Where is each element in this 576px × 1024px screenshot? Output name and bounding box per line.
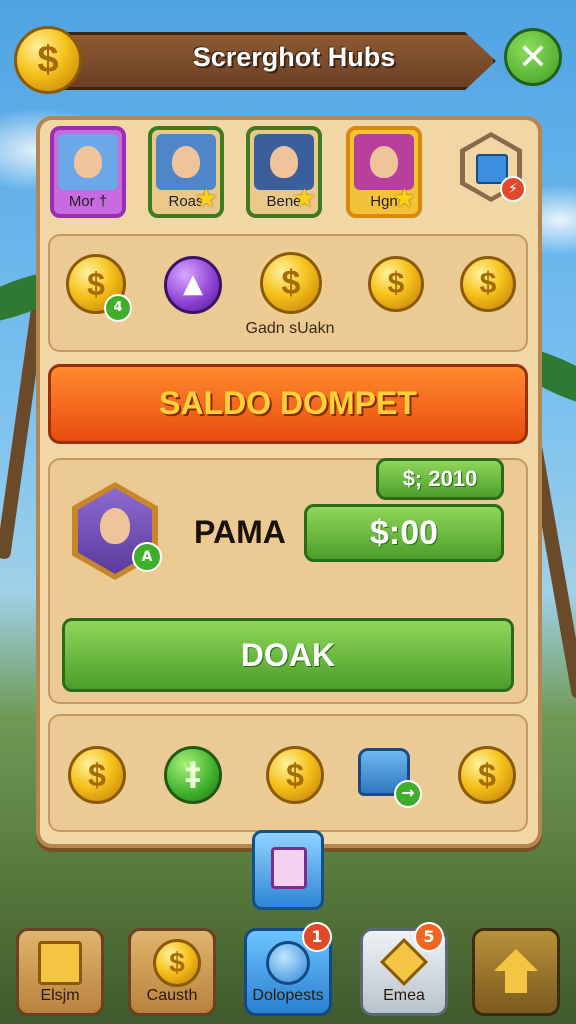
header: $ Screrghot Hubs	[14, 26, 496, 94]
doak-button[interactable]: DOAK	[62, 618, 514, 692]
notification-badge: 1	[302, 922, 332, 952]
character-card-4[interactable]: Hgn ★	[346, 126, 422, 218]
mystery-box-icon	[271, 847, 307, 889]
character-portrait	[354, 134, 414, 190]
coin-icon[interactable]: $	[68, 746, 126, 804]
close-icon: ✕	[517, 37, 549, 78]
coin-count-badge: 4	[104, 294, 132, 322]
coin-icon[interactable]: $	[260, 252, 322, 314]
home-arrow-icon	[494, 949, 538, 993]
nav-label: Emea	[383, 987, 425, 1004]
character-card-1[interactable]: Mor †	[50, 126, 126, 218]
character-portrait	[156, 134, 216, 190]
coin-icon: $	[153, 939, 201, 987]
page-title: Screrghot Hubs	[192, 42, 396, 72]
coin-icon[interactable]: $	[368, 256, 424, 312]
currency-caption: Gadn sUakn	[245, 320, 335, 337]
nav-label: Elsjm	[40, 987, 80, 1004]
nav-causth[interactable]: $ Causth	[128, 928, 216, 1016]
top-value-badge: $; 2010	[376, 458, 504, 500]
star-icon: ★	[392, 184, 416, 214]
nav-label: Dolopests	[252, 987, 324, 1004]
coin-icon[interactable]: $	[460, 256, 516, 312]
arrow-badge-icon: →	[394, 780, 422, 808]
coin-icon[interactable]: $	[458, 746, 516, 804]
player-name: PAMA	[194, 514, 286, 550]
wallet-balance-banner: SALDO DOMPET	[48, 364, 528, 444]
balance-display: $:00	[304, 504, 504, 562]
globe-icon	[266, 941, 310, 985]
gift-alert-badge: ⚡	[500, 176, 526, 202]
nav-elsjm[interactable]: Elsjm	[16, 928, 104, 1016]
scroll-icon	[38, 941, 82, 985]
player-level-badge: A	[132, 542, 162, 572]
nav-label: Causth	[146, 987, 198, 1004]
gem-icon[interactable]: ▲	[164, 256, 222, 314]
avatar-face	[100, 508, 130, 544]
banner-label: SALDO DOMPET	[159, 385, 417, 421]
star-icon: ★	[292, 184, 316, 214]
coin-icon: $	[14, 26, 82, 94]
character-portrait	[254, 134, 314, 190]
character-name: Mor †	[68, 193, 108, 210]
notification-badge: 5	[414, 922, 444, 952]
character-portrait	[58, 134, 118, 190]
close-button[interactable]: ✕	[504, 28, 562, 86]
plus-coin-icon[interactable]: ‡	[164, 746, 222, 804]
character-card-3[interactable]: Bene ★	[246, 126, 322, 218]
nav-home[interactable]	[472, 928, 560, 1016]
character-card-2[interactable]: Roas ★	[148, 126, 224, 218]
star-icon: ★	[194, 184, 218, 214]
mystery-box-button[interactable]	[252, 830, 324, 910]
coin-icon[interactable]: $	[266, 746, 324, 804]
